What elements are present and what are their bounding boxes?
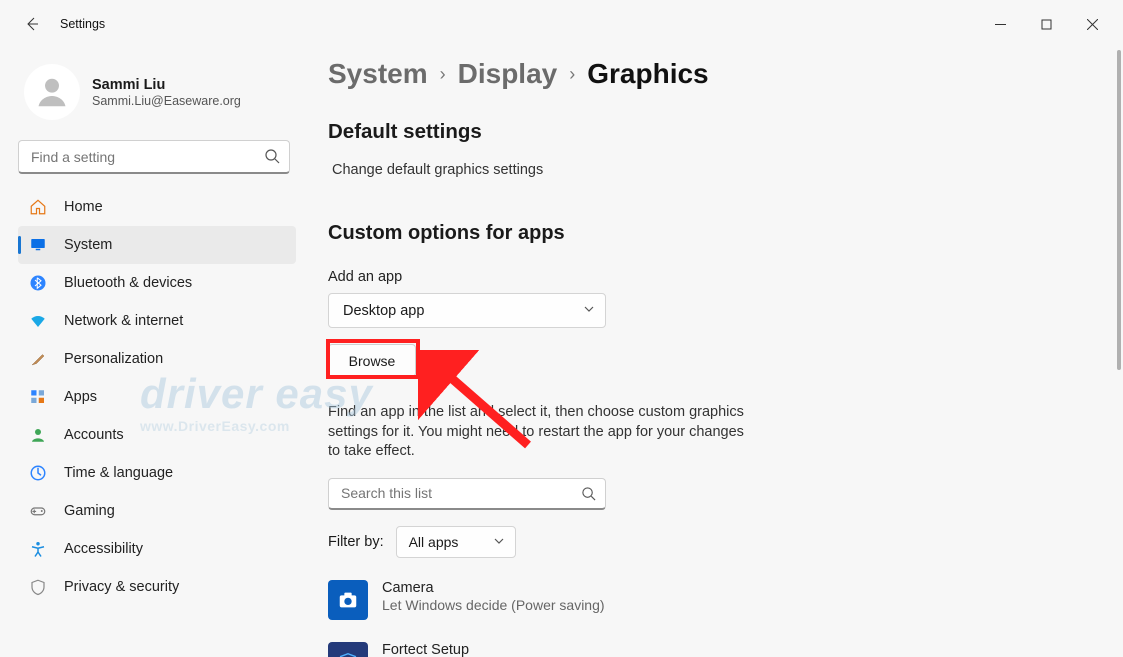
sidebar-item-time-language[interactable]: Time & language (18, 454, 296, 492)
chevron-right-icon: › (569, 64, 575, 85)
chevron-down-icon (493, 534, 505, 550)
settings-window: Settings Sammi Liu Sammi.Liu@Easeware.or… (0, 0, 1123, 657)
profile-name: Sammi Liu (92, 77, 241, 93)
filter-selected: All apps (409, 534, 459, 550)
gamepad-icon (28, 501, 48, 521)
breadcrumb: System › Display › Graphics (328, 58, 1111, 90)
sidebar-item-network[interactable]: Network & internet (18, 302, 296, 340)
search-wrap (18, 140, 290, 174)
custom-options-title: Custom options for apps (328, 222, 1111, 245)
chevron-down-icon (583, 303, 595, 319)
sidebar-item-label: Personalization (64, 351, 163, 367)
back-button[interactable] (16, 8, 48, 40)
main-content: System › Display › Graphics Default sett… (300, 48, 1123, 657)
home-icon (28, 197, 48, 217)
minimize-icon (995, 19, 1006, 30)
app-type-selected: Desktop app (343, 303, 424, 319)
scrollbar-thumb[interactable] (1117, 50, 1121, 370)
app-name: Camera (382, 580, 605, 596)
sidebar-item-label: Network & internet (64, 313, 183, 329)
sidebar-item-label: Apps (64, 389, 97, 405)
profile-block[interactable]: Sammi Liu Sammi.Liu@Easeware.org (18, 60, 296, 138)
maximize-button[interactable] (1023, 8, 1069, 40)
bluetooth-icon (28, 273, 48, 293)
sidebar-item-gaming[interactable]: Gaming (18, 492, 296, 530)
custom-options-description: Find an app in the list and select it, t… (328, 403, 758, 462)
browse-button-label: Browse (349, 353, 396, 369)
sidebar-item-label: Gaming (64, 503, 115, 519)
sidebar-item-accounts[interactable]: Accounts (18, 416, 296, 454)
sidebar-item-label: Time & language (64, 465, 173, 481)
app-type-dropdown[interactable]: Desktop app (328, 293, 606, 328)
monitor-icon (28, 235, 48, 255)
maximize-icon (1041, 19, 1052, 30)
app-name: Fortect Setup (382, 642, 507, 657)
apps-icon (28, 387, 48, 407)
close-icon (1087, 19, 1098, 30)
browse-button[interactable]: Browse (328, 344, 416, 377)
avatar (24, 64, 80, 120)
sidebar-item-label: System (64, 237, 112, 253)
wifi-icon (28, 311, 48, 331)
shield-icon (28, 577, 48, 597)
add-app-label: Add an app (328, 269, 1111, 285)
arrow-left-icon (24, 16, 40, 32)
person-icon (28, 425, 48, 445)
search-input[interactable] (18, 140, 290, 174)
app-list-search-input[interactable] (328, 478, 606, 510)
window-controls (977, 8, 1115, 40)
breadcrumb-display[interactable]: Display (458, 58, 558, 90)
sidebar-item-system[interactable]: System (18, 226, 296, 264)
sidebar-item-label: Home (64, 199, 103, 215)
search-icon (581, 486, 596, 506)
sidebar-item-label: Accessibility (64, 541, 143, 557)
profile-email: Sammi.Liu@Easeware.org (92, 94, 241, 108)
app-title: Settings (60, 17, 105, 31)
person-icon (33, 73, 71, 111)
breadcrumb-system[interactable]: System (328, 58, 428, 90)
breadcrumb-current: Graphics (587, 58, 708, 90)
sidebar-item-home[interactable]: Home (18, 188, 296, 226)
paintbrush-icon (28, 349, 48, 369)
camera-app-icon (328, 580, 368, 620)
search-icon (264, 148, 280, 169)
change-default-graphics-row[interactable]: Change default graphics settings (332, 162, 1111, 178)
sidebar-item-personalization[interactable]: Personalization (18, 340, 296, 378)
sidebar-item-apps[interactable]: Apps (18, 378, 296, 416)
sidebar-item-label: Accounts (64, 427, 124, 443)
default-settings-title: Default settings (328, 120, 1111, 144)
sidebar-item-accessibility[interactable]: Accessibility (18, 530, 296, 568)
titlebar: Settings (0, 0, 1123, 48)
minimize-button[interactable] (977, 8, 1023, 40)
sidebar-item-bluetooth[interactable]: Bluetooth & devices (18, 264, 296, 302)
accessibility-icon (28, 539, 48, 559)
chevron-right-icon: › (440, 64, 446, 85)
sidebar-nav: Home System Bluetooth & devices Network … (18, 188, 296, 606)
filter-row: Filter by: All apps (328, 526, 1111, 558)
sidebar-item-label: Privacy & security (64, 579, 179, 595)
app-subtext: Let Windows decide (Power saving) (382, 597, 605, 613)
close-button[interactable] (1069, 8, 1115, 40)
app-row-fortect[interactable]: Fortect Setup Let Windows decide (328, 642, 1111, 657)
fortect-app-icon (328, 642, 368, 657)
clock-globe-icon (28, 463, 48, 483)
filter-label: Filter by: (328, 534, 384, 550)
sidebar-item-label: Bluetooth & devices (64, 275, 192, 291)
app-list-search-wrap (328, 478, 606, 510)
sidebar-item-privacy[interactable]: Privacy & security (18, 568, 296, 606)
filter-dropdown[interactable]: All apps (396, 526, 516, 558)
sidebar: Sammi Liu Sammi.Liu@Easeware.org Home Sy… (0, 48, 300, 657)
app-row-camera[interactable]: Camera Let Windows decide (Power saving) (328, 580, 1111, 620)
